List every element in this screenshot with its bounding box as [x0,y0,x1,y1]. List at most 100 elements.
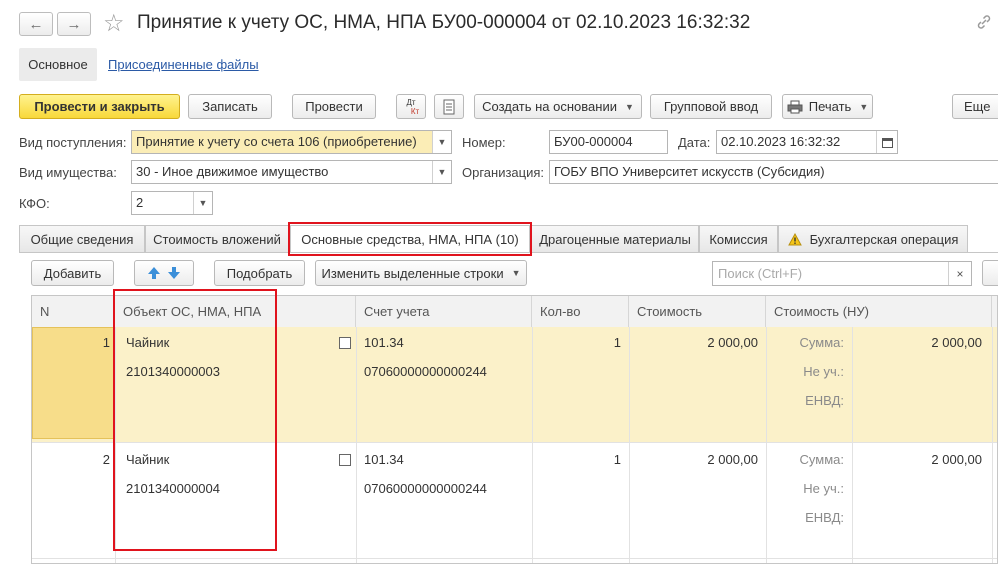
dropdown-arrow-icon[interactable]: ▼ [193,192,212,214]
table-row[interactable]: 1 Чайник 2101340000003 101.34 0706000000… [32,327,997,442]
column-account[interactable]: Счет учета [356,296,532,327]
dropdown-arrow-icon[interactable]: ▼ [432,161,451,183]
not-counted-label: Не уч.: [803,481,844,496]
receipt-type-label: Вид поступления: [19,135,127,150]
column-divider [766,327,767,563]
clear-search-icon[interactable]: × [948,262,971,285]
row-divider [32,558,997,559]
change-rows-label: Изменить выделенные строки [321,265,504,281]
tab-precious-materials[interactable]: Драгоценные материалы [531,225,699,252]
tab-general[interactable]: Общие сведения [19,225,145,252]
row-number: 2 [102,452,110,467]
kfo-field[interactable]: 2 ▼ [131,191,213,215]
tab-commission[interactable]: Комиссия [699,225,778,252]
organization-field[interactable]: ГОБУ ВПО Университет искусств (Субсидия) [549,160,998,184]
inventory-number: 2101340000004 [126,481,220,496]
table-row[interactable]: 2 Чайник 2101340000004 101.34 0706000000… [32,442,997,559]
tab-accounting-operation-label: Бухгалтерская операция [809,231,959,247]
account-value: 101.34 [364,452,404,467]
change-rows-button[interactable]: Изменить выделенные строки ▼ [315,260,527,286]
select-button[interactable]: Подобрать [214,260,305,286]
kfo-value: 2 [136,195,144,210]
column-object[interactable]: Объект ОС, НМА, НПА [115,296,356,327]
dt-kt-button[interactable]: Дт Кт [396,94,426,119]
column-divider [992,327,993,563]
column-cost-nu[interactable]: Стоимость (НУ) [766,296,992,327]
tab-investment-cost[interactable]: Стоимость вложений [145,225,289,252]
assets-table: N Объект ОС, НМА, НПА Счет учета Кол-во … [31,295,998,564]
property-type-field[interactable]: 30 - Иное движимое имущество ▼ [131,160,452,184]
tab-fixed-assets[interactable]: Основные средства, НМА, НПА (10) [290,225,530,253]
tab-accounting-operation[interactable]: Бухгалтерская операция [778,225,968,252]
page-title: Принятие к учету ОС, НМА, НПА БУ00-00000… [137,12,751,33]
column-cost[interactable]: Стоимость [629,296,766,327]
account-code: 07060000000000244 [364,481,487,496]
more-button[interactable]: Еще [952,94,998,119]
column-n[interactable]: N [32,296,115,327]
post-and-close-button[interactable]: Провести и закрыть [19,94,180,119]
arrow-right-icon: → [66,15,82,33]
account-code: 07060000000000244 [364,364,487,379]
save-button[interactable]: Записать [188,94,272,119]
cost-value: 2 000,00 [707,452,758,467]
arrow-left-icon: ← [28,15,44,33]
create-based-on-label: Создать на основании [482,99,617,114]
dropdown-arrow-icon[interactable]: ▼ [432,131,451,153]
kt-icon: Кт [410,106,420,116]
subtab-main[interactable]: Основное [19,48,97,81]
object-name: Чайник [126,335,170,350]
favorite-star-icon[interactable]: ☆ [103,9,125,38]
copy-icon[interactable] [339,454,351,466]
extra-table-button[interactable] [982,260,998,286]
quantity-value: 1 [613,335,621,350]
row-number: 1 [102,335,110,350]
subtab-attached-files[interactable]: Присоединенные файлы [108,57,259,72]
sum-label: Сумма: [799,452,844,467]
arrow-up-icon[interactable] [147,266,161,280]
sum-label: Сумма: [799,335,844,350]
object-name: Чайник [126,452,170,467]
nu-sum-value: 2 000,00 [931,452,982,467]
date-label: Дата: [678,135,711,150]
column-divider [629,327,630,563]
receipt-type-field[interactable]: Принятие к учету со счета 106 (приобрете… [131,130,452,154]
dt-icon: Дт [406,97,416,107]
move-buttons[interactable] [134,260,194,286]
column-divider [115,327,116,563]
group-input-button[interactable]: Групповой ввод [650,94,772,119]
create-based-on-button[interactable]: Создать на основании ▼ [474,94,642,119]
caret-down-icon: ▼ [859,101,869,112]
back-button[interactable]: ← [19,12,53,36]
post-button[interactable]: Провести [292,94,376,119]
document-list-icon [443,99,455,114]
envd-label: ЕНВД: [805,393,844,408]
receipt-type-value: Принятие к учету со счета 106 (приобрете… [136,134,417,149]
column-divider [356,327,357,563]
account-value: 101.34 [364,335,404,350]
caret-down-icon: ▼ [511,268,521,278]
inventory-number: 2101340000003 [126,364,220,379]
tab-divider [19,252,998,253]
property-type-label: Вид имущества: [19,165,117,180]
search-input[interactable]: Поиск (Ctrl+F) × [712,261,972,286]
column-divider [532,327,533,563]
date-field[interactable]: 02.10.2023 16:32:32 [716,130,898,154]
warning-icon [787,232,802,245]
column-quantity[interactable]: Кол-во [532,296,629,327]
chain-link-icon [977,15,991,29]
copy-icon[interactable] [339,337,351,349]
property-type-value: 30 - Иное движимое имущество [136,164,329,179]
number-field[interactable]: БУ00-000004 [549,130,668,154]
arrow-down-icon[interactable] [167,266,181,280]
kfo-label: КФО: [19,196,50,211]
report-button[interactable] [434,94,464,119]
add-row-button[interactable]: Добавить [31,260,114,286]
not-counted-label: Не уч.: [803,364,844,379]
print-button[interactable]: Печать ▼ [782,94,873,119]
caret-down-icon: ▼ [624,101,634,112]
organization-label: Организация: [462,165,545,180]
link-icon[interactable] [976,14,992,35]
search-placeholder: Поиск (Ctrl+F) [718,266,803,281]
forward-button[interactable]: → [57,12,91,36]
calendar-icon[interactable] [876,131,897,153]
